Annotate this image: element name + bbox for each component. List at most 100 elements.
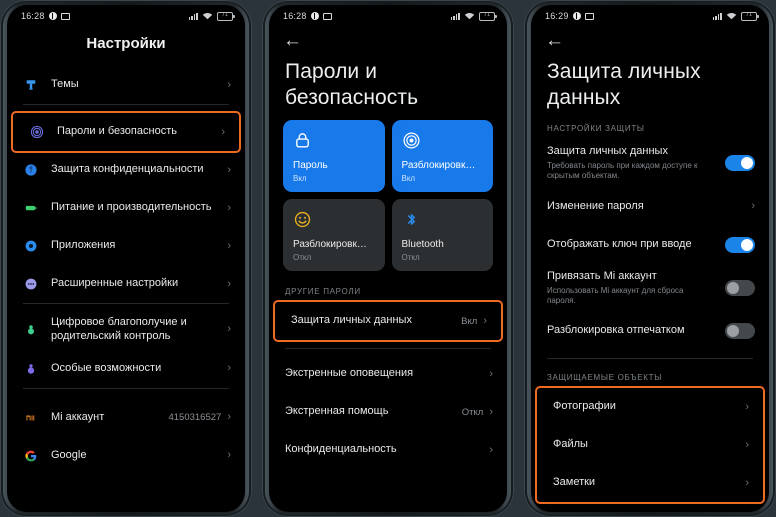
row-value: Откл [461, 406, 484, 418]
more-dots-icon [23, 276, 39, 292]
row-title: Фотографии [553, 400, 616, 413]
phone-3-frame: 16:29 71 ← Защита личных данных НАСТРОЙК… [524, 0, 776, 517]
tile-bluetooth[interactable]: Bluetooth Откл [391, 199, 493, 272]
security-tiles-grid: Пароль Вкл Разблокировк… Вкл Разблокиров… [269, 110, 507, 273]
accessibility-icon [23, 361, 39, 377]
alarm-icon [572, 12, 581, 20]
settings-row-change-password[interactable]: Изменение пароля › [531, 188, 769, 226]
row-subtitle: Использовать Mi аккаунт для сброса парол… [547, 285, 684, 305]
toggle-personal-data-protection[interactable] [725, 155, 755, 172]
row-title: Защита конфиденциальности [51, 163, 204, 176]
chevron-right-icon: › [751, 200, 755, 213]
status-time: 16:28 [283, 11, 307, 21]
settings-row-passwords-security[interactable]: Пароли и безопасность › [11, 111, 241, 153]
row-title: Питание и производительность [51, 201, 212, 214]
fingerprint-icon [402, 129, 484, 151]
settings-row-themes[interactable]: Темы › [7, 66, 245, 104]
row-title: Разблокировка отпечатком [547, 324, 685, 337]
chevron-right-icon: › [227, 201, 231, 214]
settings-row-mi-account[interactable]: Mi аккаунт 4150316527 › [7, 399, 245, 437]
tile-password[interactable]: Пароль Вкл [283, 120, 385, 193]
wifi-icon [464, 12, 475, 20]
protected-objects-group: Фотографии › Файлы › Заметки › [535, 386, 765, 505]
chevron-right-icon: › [227, 362, 231, 374]
tile-fingerprint-unlock[interactable]: Разблокировк… Вкл [391, 120, 493, 193]
row-title: Google [51, 448, 87, 461]
tile-state: Вкл [293, 174, 307, 184]
chevron-right-icon: › [483, 314, 487, 327]
apps-gear-icon [23, 238, 39, 254]
toggle-show-key-on-input[interactable] [725, 236, 755, 253]
alarm-icon [48, 12, 57, 20]
section-label-protected-objects: ЗАЩИЩАЕМЫЕ ОБЪЕКТЫ [547, 373, 662, 383]
lock-icon [293, 129, 375, 151]
settings-row-files[interactable]: Файлы › [537, 426, 763, 464]
section-label-protection-settings: НАСТРОЙКИ ЗАЩИТЫ [547, 124, 645, 134]
face-unlock-icon [293, 208, 375, 230]
tile-state: Откл [293, 253, 312, 263]
status-time: 16:29 [545, 11, 569, 21]
tile-state: Откл [401, 253, 420, 263]
highlight-passwords-security: Пароли и безопасность › [11, 111, 241, 153]
settings-row-personal-data-protection[interactable]: Защита личных данных Вкл › [273, 300, 503, 343]
fingerprint-icon [29, 124, 45, 140]
settings-row-apps[interactable]: Приложения › [7, 227, 245, 265]
highlight-personal-data-protection: Защита личных данных Вкл › [273, 300, 503, 343]
chevron-right-icon: › [227, 277, 231, 290]
phone-3-screen: 16:29 71 ← Защита личных данных НАСТРОЙК… [531, 5, 769, 512]
row-title: Экстренные оповещения [285, 367, 414, 380]
chevron-right-icon: › [227, 411, 231, 423]
alarm-icon [310, 12, 319, 20]
highlight-protected-objects: Фотографии › Файлы › Заметки › [535, 386, 765, 505]
settings-row-fingerprint-unlock[interactable]: Разблокировка отпечатком [531, 312, 769, 350]
toggle-link-mi-account[interactable] [725, 280, 755, 297]
section-label-other-passwords: ДРУГИЕ ПАРОЛИ [285, 287, 361, 297]
row-title: Защита личных данных [547, 145, 668, 158]
page-title: Пароли и безопасность [285, 60, 419, 109]
bluetooth-icon [402, 208, 484, 230]
settings-row-google[interactable]: Google › [7, 437, 245, 475]
settings-row-emergency-alerts[interactable]: Экстренные оповещения › [269, 355, 507, 393]
chevron-right-icon: › [745, 476, 749, 489]
signal-icon [712, 12, 722, 20]
settings-row-privacy-protection[interactable]: Защита конфиденциальности › [7, 151, 245, 189]
settings-row-digital-wellbeing[interactable]: Цифровое благополучие и родительский кон… [7, 310, 245, 350]
battery-icon [23, 200, 39, 216]
signal-icon [188, 12, 198, 20]
cast-icon [584, 12, 594, 20]
battery-level: 71 [483, 12, 491, 19]
chevron-right-icon: › [745, 438, 749, 451]
settings-row-battery-performance[interactable]: Питание и производительность › [7, 189, 245, 227]
phone-2-screen: 16:28 71 ← Пароли и безопасность Пароль … [269, 5, 507, 512]
back-button[interactable]: ← [531, 25, 564, 50]
tile-label: Разблокировк… [293, 239, 367, 251]
settings-row-emergency-assistance[interactable]: Экстренная помощь Откл › [269, 393, 507, 431]
row-title: Особые возможности [51, 361, 162, 374]
signal-icon [450, 12, 460, 20]
phone-1-screen: 16:28 71 Настройки Темы › Пароли и безоп… [7, 5, 245, 512]
settings-row-accessibility[interactable]: Особые возможности › [7, 350, 245, 388]
phone-1-frame: 16:28 71 Настройки Темы › Пароли и безоп… [0, 0, 252, 517]
settings-row-advanced[interactable]: Расширенные настройки › [7, 265, 245, 303]
back-button[interactable]: ← [269, 25, 302, 50]
row-title: Mi аккаунт [51, 410, 105, 423]
status-bar: 16:28 71 [7, 5, 245, 25]
tile-state: Вкл [401, 174, 416, 184]
row-title: Конфиденциальность [285, 443, 397, 456]
settings-row-notes[interactable]: Заметки › [537, 464, 763, 502]
row-title: Изменение пароля [547, 199, 644, 212]
row-title: Экстренная помощь [285, 405, 389, 418]
toggle-fingerprint-unlock[interactable] [725, 323, 755, 340]
tile-label: Пароль [293, 160, 328, 172]
settings-row-link-mi-account[interactable]: Привязать Mi аккаунт Использовать Mi акк… [531, 264, 769, 313]
settings-row-show-key-on-input[interactable]: Отображать ключ при вводе [531, 226, 769, 264]
battery-icon: 71 [217, 11, 235, 21]
tile-face-unlock[interactable]: Разблокировк… Откл [283, 199, 385, 272]
settings-row-confidentiality[interactable]: Конфиденциальность › [269, 431, 507, 469]
chevron-right-icon: › [221, 125, 225, 138]
settings-row-photos[interactable]: Фотографии › [537, 388, 763, 426]
row-title: Цифровое благополучие и родительский кон… [51, 316, 187, 342]
row-title: Защита личных данных [291, 314, 412, 327]
settings-row-personal-data-protection[interactable]: Защита личных данных Требовать пароль пр… [531, 139, 769, 188]
battery-icon: 71 [479, 11, 497, 21]
